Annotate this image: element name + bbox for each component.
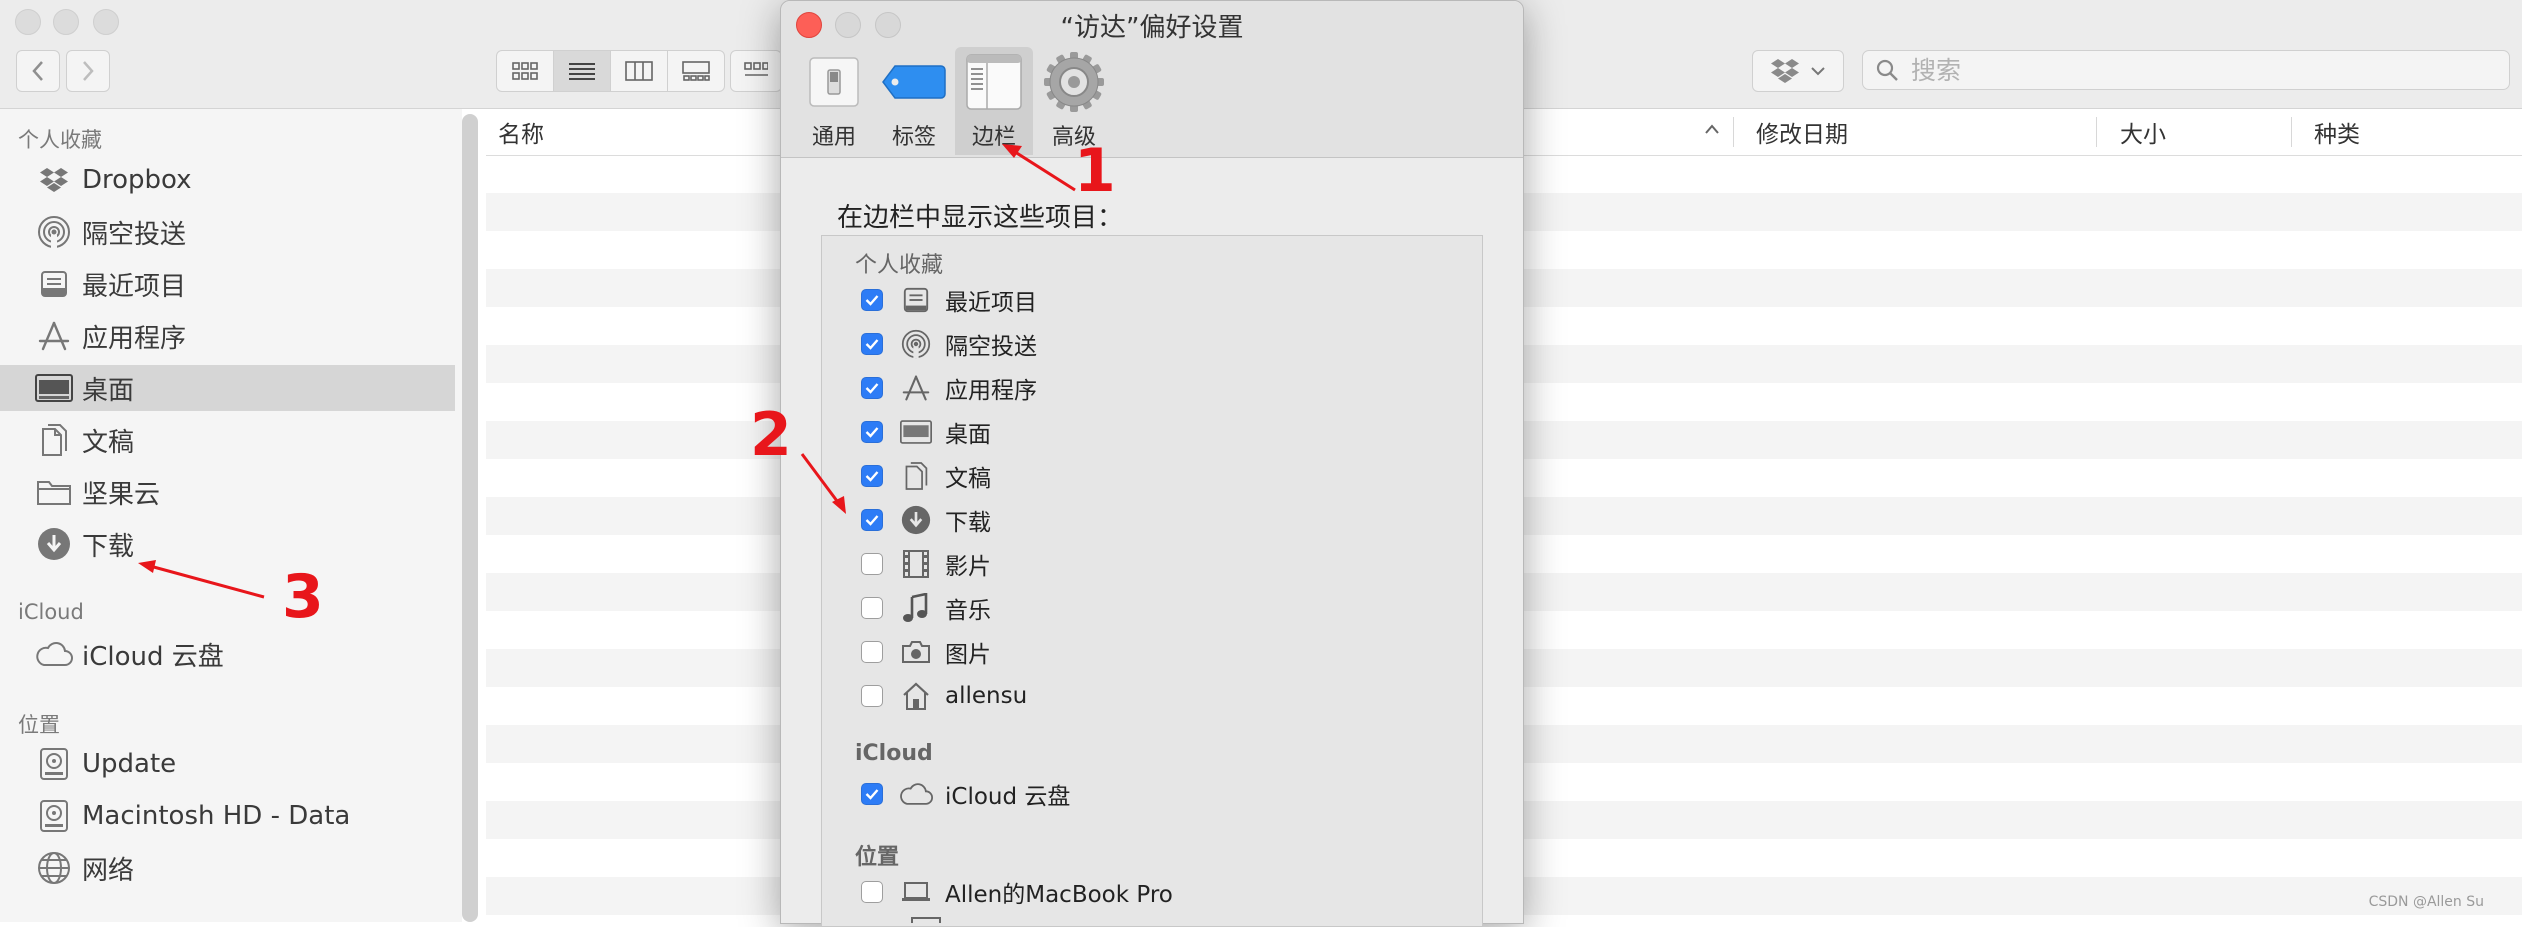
annotation-number-1: 1: [1074, 136, 1116, 206]
annotation-number-3: 3: [282, 562, 324, 632]
annotation-arrows: [138, 144, 1076, 599]
annotation-number-2: 2: [750, 400, 792, 470]
watermark: CSDN @Allen Su: [2368, 894, 2484, 910]
